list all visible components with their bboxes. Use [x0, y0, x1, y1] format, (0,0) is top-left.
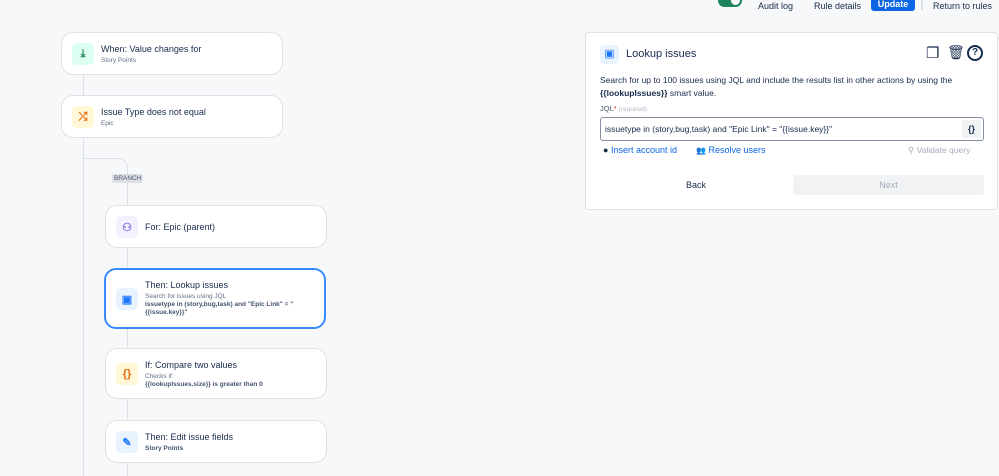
- delete-icon[interactable]: 🗑: [947, 44, 965, 61]
- trigger-card[interactable]: ⤓ When: Value changes for Story Points: [61, 32, 283, 75]
- divider: [921, 0, 923, 10]
- pencil-icon: ✎: [116, 431, 138, 453]
- user-icon: ●: [603, 145, 609, 155]
- card-detail: Story Points: [145, 445, 184, 452]
- users-icon: 👥: [696, 146, 706, 155]
- card-subtitle: Search for issues using JQL: [145, 293, 227, 300]
- panel-title: Lookup issues: [626, 48, 697, 60]
- desc-text: smart value.: [667, 88, 717, 98]
- rule-enabled-toggle[interactable]: [718, 0, 742, 7]
- card-detail: issuetype in (story,bug,task) and "Epic …: [145, 301, 294, 316]
- lookup-icon: ▣: [116, 288, 138, 310]
- trigger-icon: ⤓: [72, 43, 94, 65]
- update-button[interactable]: Update: [871, 0, 915, 11]
- card-title: Then: Edit issue fields: [145, 432, 234, 442]
- desc-text: Search for up to 100 issues using JQL an…: [600, 75, 953, 85]
- next-button[interactable]: Next: [793, 175, 984, 195]
- audit-log-link[interactable]: Audit log: [758, 1, 793, 12]
- return-to-rules-link[interactable]: Return to rules: [933, 1, 992, 12]
- smart-value: {{lookupIssues}}: [600, 88, 668, 98]
- jql-label: JQL* (required): [600, 104, 647, 113]
- back-button[interactable]: Back: [600, 175, 792, 195]
- card-title: Then: Lookup issues: [145, 280, 229, 290]
- lookup-issues-card[interactable]: ▣ Then: Lookup issues Search for issues …: [104, 268, 326, 329]
- card-subtitle: Checks if:: [145, 373, 174, 380]
- branch-card[interactable]: ⚇ For: Epic (parent): [105, 205, 327, 248]
- duplicate-icon[interactable]: ❐: [926, 44, 939, 62]
- link-label: Insert account id: [610, 145, 677, 155]
- branch-label: BRANCH: [112, 174, 144, 183]
- panel-description: Search for up to 100 issues using JQL an…: [600, 74, 985, 100]
- link-label: Resolve users: [708, 145, 766, 155]
- resolve-users-link[interactable]: 👥 Resolve users: [696, 145, 766, 155]
- search-icon: ⚲: [908, 145, 915, 155]
- rule-details-link[interactable]: Rule details: [814, 1, 861, 12]
- card-title: Issue Type does not equal: [101, 107, 206, 117]
- card-title: If: Compare two values: [145, 360, 238, 370]
- insert-account-id-link[interactable]: ● Insert account id: [603, 145, 677, 155]
- card-detail: {{lookupIssues.size}} is greater than 0: [145, 381, 263, 388]
- condition-card[interactable]: ⤮ Issue Type does not equal Epic: [61, 95, 283, 138]
- validate-label: Validate query: [916, 145, 971, 155]
- validate-query-button[interactable]: ⚲ Validate query: [908, 145, 970, 156]
- card-title: When: Value changes for: [101, 44, 202, 54]
- shuffle-icon: ⤮: [72, 106, 94, 128]
- edit-fields-card[interactable]: ✎ Then: Edit issue fields Story Points: [105, 420, 327, 463]
- compare-card[interactable]: {} If: Compare two values Checks if: {{l…: [105, 348, 327, 399]
- card-subtitle: Story Points: [101, 57, 137, 64]
- jql-input[interactable]: issuetype in (story,bug,task) and "Epic …: [600, 117, 984, 141]
- lookup-icon: ▣: [600, 45, 619, 64]
- card-title: For: Epic (parent): [145, 222, 216, 232]
- hierarchy-icon: ⚇: [116, 216, 138, 238]
- smart-value-button[interactable]: {}: [962, 120, 981, 138]
- card-subtitle: Epic: [101, 120, 114, 127]
- jql-value: issuetype in (story,bug,task) and "Epic …: [605, 124, 833, 134]
- help-icon[interactable]: ?: [967, 45, 983, 61]
- lookup-issues-panel: ▣ Lookup issues ❐ 🗑 ? Search for up to 1…: [585, 32, 998, 210]
- braces-icon: {}: [116, 363, 138, 385]
